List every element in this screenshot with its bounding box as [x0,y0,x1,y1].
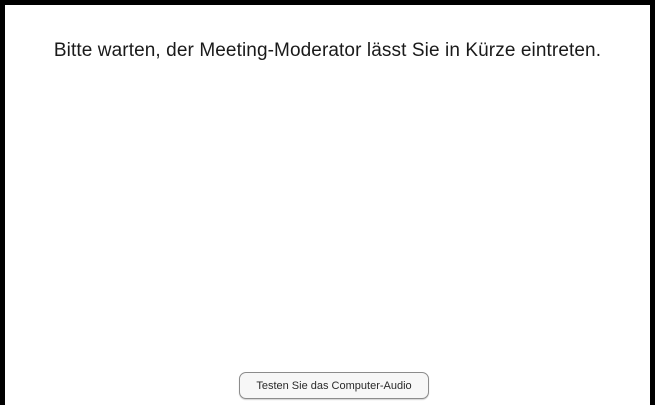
test-computer-audio-button[interactable]: Testen Sie das Computer-Audio [239,372,429,399]
waiting-message: Bitte warten, der Meeting-Moderator läss… [53,40,602,61]
waiting-room-window: Bitte warten, der Meeting-Moderator läss… [0,0,655,405]
